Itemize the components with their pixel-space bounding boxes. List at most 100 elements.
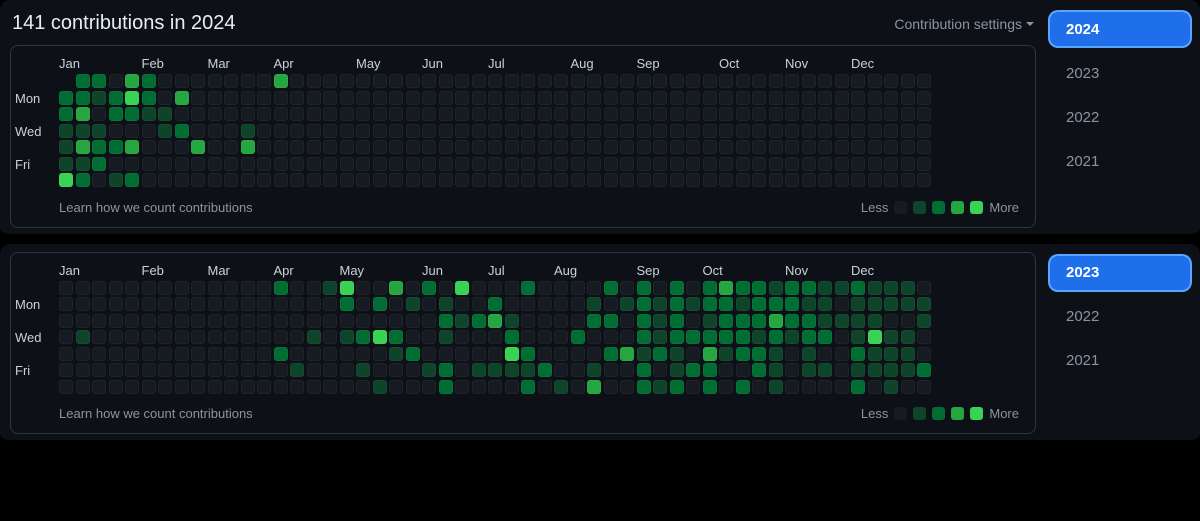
contribution-cell[interactable] [191,297,205,311]
contribution-cell[interactable] [406,140,420,154]
contribution-cell[interactable] [59,281,73,295]
contribution-cell[interactable] [505,380,519,394]
contribution-cell[interactable] [389,363,403,377]
contribution-cell[interactable] [59,91,73,105]
contribution-cell[interactable] [620,74,634,88]
contribution-cell[interactable] [92,347,106,361]
contribution-cell[interactable] [488,281,502,295]
contribution-cell[interactable] [356,314,370,328]
contribution-cell[interactable] [290,281,304,295]
contribution-cell[interactable] [785,157,799,171]
contribution-cell[interactable] [290,107,304,121]
contribution-cell[interactable] [884,297,898,311]
contribution-cell[interactable] [554,380,568,394]
contribution-cell[interactable] [191,347,205,361]
contribution-cell[interactable] [125,107,139,121]
contribution-cell[interactable] [307,124,321,138]
contribution-cell[interactable] [818,281,832,295]
contribution-cell[interactable] [191,107,205,121]
contribution-cell[interactable] [521,347,535,361]
contribution-cell[interactable] [637,173,651,187]
contribution-cell[interactable] [670,380,684,394]
contribution-cell[interactable] [373,281,387,295]
contribution-cell[interactable] [587,314,601,328]
contribution-cell[interactable] [785,297,799,311]
contribution-cell[interactable] [175,363,189,377]
contribution-cell[interactable] [208,314,222,328]
contribution-cell[interactable] [851,281,865,295]
contribution-cell[interactable] [835,124,849,138]
contribution-cell[interactable] [488,91,502,105]
contribution-cell[interactable] [719,330,733,344]
contribution-cell[interactable] [488,347,502,361]
contribution-cell[interactable] [125,330,139,344]
contribution-cell[interactable] [340,140,354,154]
contribution-cell[interactable] [785,347,799,361]
contribution-cell[interactable] [637,107,651,121]
contribution-cell[interactable] [224,314,238,328]
contribution-cell[interactable] [241,314,255,328]
contribution-cell[interactable] [340,330,354,344]
contribution-cell[interactable] [175,314,189,328]
contribution-cell[interactable] [191,91,205,105]
contribution-cell[interactable] [208,281,222,295]
contribution-cell[interactable] [191,330,205,344]
contribution-cell[interactable] [653,347,667,361]
contribution-cell[interactable] [802,124,816,138]
contribution-cell[interactable] [785,380,799,394]
contribution-cell[interactable] [455,140,469,154]
contribution-cell[interactable] [884,314,898,328]
contribution-cell[interactable] [389,140,403,154]
contribution-cell[interactable] [406,363,420,377]
contribution-cell[interactable] [439,107,453,121]
contribution-cell[interactable] [406,380,420,394]
contribution-cell[interactable] [719,74,733,88]
contribution-cell[interactable] [703,297,717,311]
contribution-cell[interactable] [76,330,90,344]
contribution-cell[interactable] [158,330,172,344]
contribution-cell[interactable] [274,297,288,311]
contribution-cell[interactable] [76,281,90,295]
contribution-cell[interactable] [785,74,799,88]
contribution-cell[interactable] [752,363,766,377]
contribution-cell[interactable] [175,347,189,361]
contribution-cell[interactable] [505,91,519,105]
contribution-cell[interactable] [191,380,205,394]
contribution-cell[interactable] [224,297,238,311]
contribution-cell[interactable] [835,173,849,187]
contribution-cell[interactable] [422,347,436,361]
contribution-cell[interactable] [884,173,898,187]
contribution-cell[interactable] [389,124,403,138]
contribution-cell[interactable] [587,281,601,295]
contribution-cell[interactable] [521,330,535,344]
contribution-cell[interactable] [92,173,106,187]
contribution-cell[interactable] [653,91,667,105]
contribution-cell[interactable] [307,363,321,377]
contribution-cell[interactable] [818,173,832,187]
contribution-cell[interactable] [653,157,667,171]
contribution-cell[interactable] [686,297,700,311]
contribution-cell[interactable] [917,91,931,105]
contribution-cell[interactable] [653,74,667,88]
contribution-cell[interactable] [769,314,783,328]
contribution-cell[interactable] [736,347,750,361]
contribution-cell[interactable] [719,297,733,311]
contribution-cell[interactable] [472,314,486,328]
contribution-cell[interactable] [571,107,585,121]
contribution-cell[interactable] [340,347,354,361]
contribution-cell[interactable] [455,297,469,311]
contribution-cell[interactable] [686,330,700,344]
contribution-cell[interactable] [868,157,882,171]
contribution-cell[interactable] [340,314,354,328]
contribution-cell[interactable] [307,314,321,328]
contribution-cell[interactable] [241,347,255,361]
contribution-cell[interactable] [472,124,486,138]
contribution-cell[interactable] [802,281,816,295]
contribution-cell[interactable] [769,363,783,377]
contribution-cell[interactable] [752,281,766,295]
contribution-cell[interactable] [439,140,453,154]
contribution-cell[interactable] [323,157,337,171]
contribution-cell[interactable] [785,281,799,295]
contribution-cell[interactable] [736,380,750,394]
contribution-cell[interactable] [472,380,486,394]
